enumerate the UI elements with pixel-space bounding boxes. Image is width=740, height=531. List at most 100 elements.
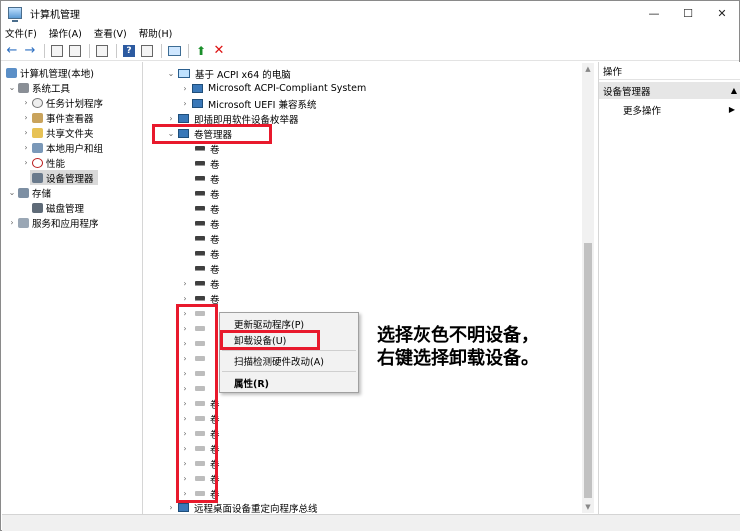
chevron-right-icon[interactable]: ›	[181, 84, 189, 93]
menu-file[interactable]: 文件(F)	[5, 26, 37, 40]
tree-item-task-scheduler[interactable]: › 任务计划程序	[22, 95, 103, 110]
disk-icon	[32, 202, 43, 213]
export-list-button[interactable]	[94, 43, 110, 59]
properties-button[interactable]	[139, 43, 155, 59]
tree-item-volume[interactable]: › 卷	[181, 276, 219, 291]
tree-item-event-viewer[interactable]: › 事件查看器	[22, 110, 94, 125]
minimize-button[interactable]: —	[637, 1, 671, 25]
up-folder-button[interactable]	[49, 43, 65, 59]
volume-icon	[195, 176, 205, 181]
tree-item-local-users[interactable]: › 本地用户和组	[22, 140, 103, 155]
volume-icon	[195, 191, 205, 196]
more-actions-label: 更多操作	[623, 105, 662, 117]
tree-item-volume[interactable]: 卷	[195, 231, 220, 246]
forward-button[interactable]: →	[22, 43, 38, 59]
tree-item-volume[interactable]: 卷	[195, 216, 220, 231]
toolbar-separator	[89, 43, 90, 58]
volume-icon	[195, 251, 205, 256]
menu-view[interactable]: 查看(V)	[94, 26, 127, 40]
chevron-right-icon[interactable]: ›	[22, 143, 30, 152]
menu-item-properties[interactable]: 属性(R)	[234, 375, 269, 390]
device-label: 卷	[210, 159, 220, 171]
menu-action[interactable]: 操作(A)	[49, 26, 82, 40]
chevron-right-icon[interactable]: ›	[167, 114, 175, 123]
more-actions-item[interactable]: 更多操作 ▶	[623, 102, 739, 117]
tree-item-acpi-pc[interactable]: ⌄ 基于 ACPI x64 的电脑	[167, 66, 291, 81]
device-label: 卷	[210, 219, 220, 231]
chevron-right-icon[interactable]: ›	[22, 113, 30, 122]
tree-item-device-manager[interactable]: 设备管理器	[30, 170, 98, 185]
chevron-right-icon[interactable]: ›	[181, 279, 189, 288]
device-label: 卷	[210, 249, 220, 261]
chevron-right-icon[interactable]: ›	[22, 98, 30, 107]
chevron-down-icon[interactable]: ⌄	[8, 188, 16, 197]
tree-item-volume[interactable]: 卷	[195, 186, 220, 201]
collapse-up-icon[interactable]: ▲	[731, 86, 737, 95]
scan-hardware-button[interactable]	[166, 43, 182, 59]
clock-icon	[32, 97, 43, 108]
chevron-down-icon[interactable]: ⌄	[167, 69, 175, 78]
close-button[interactable]: ✕	[705, 1, 739, 25]
console-tree: 计算机管理(本地) ⌄ 系统工具 › 任务计划程序 › 事件查看器 › 共享文件…	[2, 62, 143, 514]
scroll-thumb[interactable]	[584, 243, 592, 498]
help-icon: ?	[123, 44, 135, 57]
device-manager-icon	[32, 172, 43, 183]
tree-item-volume[interactable]: 卷	[195, 171, 220, 186]
maximize-button[interactable]: ☐	[671, 1, 705, 25]
computer-management-icon	[6, 67, 17, 78]
window-title: 计算机管理	[30, 9, 80, 21]
scroll-up-arrow-icon[interactable]: ▲	[582, 63, 594, 75]
actions-section-device-manager[interactable]: 设备管理器 ▲	[599, 82, 740, 99]
properties-icon	[141, 44, 153, 57]
volume-icon	[195, 266, 205, 271]
tree-item-disk-management[interactable]: 磁盘管理	[30, 200, 84, 215]
tree-item-volume[interactable]: 卷	[195, 261, 220, 276]
device-label: 卷	[210, 174, 220, 186]
tree-item-volume[interactable]: 卷	[195, 156, 220, 171]
help-button[interactable]: ?	[121, 43, 137, 59]
device-tree-scrollbar[interactable]: ▲ ▼	[582, 63, 594, 513]
chevron-right-icon[interactable]: ›	[181, 99, 189, 108]
menu-item-scan-hardware[interactable]: 扫描检测硬件改动(A)	[234, 353, 324, 368]
toolbar: ← → ? ⬆ ✕	[1, 41, 739, 61]
menu-item-update-driver[interactable]: 更新驱动程序(P)	[234, 316, 304, 331]
tree-item-label: 系统工具	[32, 83, 71, 95]
tree-item-label: 磁盘管理	[46, 203, 85, 215]
chevron-right-icon[interactable]: ›	[22, 128, 30, 137]
console-tree-icon	[69, 44, 81, 57]
tree-item-services[interactable]: › 服务和应用程序	[8, 215, 99, 230]
uninstall-device-button[interactable]: ✕	[211, 43, 227, 59]
toolbar-separator	[44, 43, 45, 58]
device-label: 卷	[210, 189, 220, 201]
submenu-arrow-icon: ▶	[728, 105, 735, 114]
tree-item-volume[interactable]: 卷	[195, 246, 220, 261]
tree-item-label: 性能	[46, 158, 66, 170]
enable-device-button[interactable]: ⬆	[193, 43, 209, 59]
volume-icon	[195, 146, 205, 151]
scroll-down-arrow-icon[interactable]: ▼	[582, 501, 594, 513]
window-controls: — ☐ ✕	[637, 1, 739, 25]
tree-item-uefi[interactable]: › Microsoft UEFI 兼容系统	[181, 96, 317, 111]
show-hide-tree-button[interactable]	[67, 43, 83, 59]
folder-icon	[51, 44, 63, 57]
system-device-icon	[178, 503, 189, 512]
chevron-right-icon[interactable]: ›	[22, 158, 30, 167]
tree-item-performance[interactable]: › 性能	[22, 155, 65, 170]
menu-help[interactable]: 帮助(H)	[139, 26, 173, 40]
tree-item-volume[interactable]: 卷	[195, 201, 220, 216]
tree-item-computer-management[interactable]: 计算机管理(本地)	[4, 65, 94, 80]
back-button[interactable]: ←	[4, 43, 20, 59]
instruction-annotation: 选择灰色不明设备， 右键选择卸载设备。	[377, 324, 539, 370]
tree-item-acpi-system[interactable]: › Microsoft ACPI-Compliant System	[181, 81, 366, 96]
annotation-line-2: 右键选择卸载设备。	[377, 348, 539, 369]
device-label: 卷	[210, 264, 220, 276]
tree-item-storage[interactable]: ⌄ 存储	[8, 185, 51, 200]
performance-icon	[32, 157, 43, 168]
chevron-right-icon[interactable]: ›	[8, 218, 16, 227]
tree-item-shared-folders[interactable]: › 共享文件夹	[22, 125, 94, 140]
event-viewer-icon	[32, 112, 43, 123]
chevron-right-icon[interactable]: ›	[181, 294, 189, 303]
chevron-right-icon[interactable]: ›	[167, 503, 175, 512]
tree-item-system-tools[interactable]: ⌄ 系统工具	[8, 80, 70, 95]
chevron-down-icon[interactable]: ⌄	[8, 83, 16, 92]
